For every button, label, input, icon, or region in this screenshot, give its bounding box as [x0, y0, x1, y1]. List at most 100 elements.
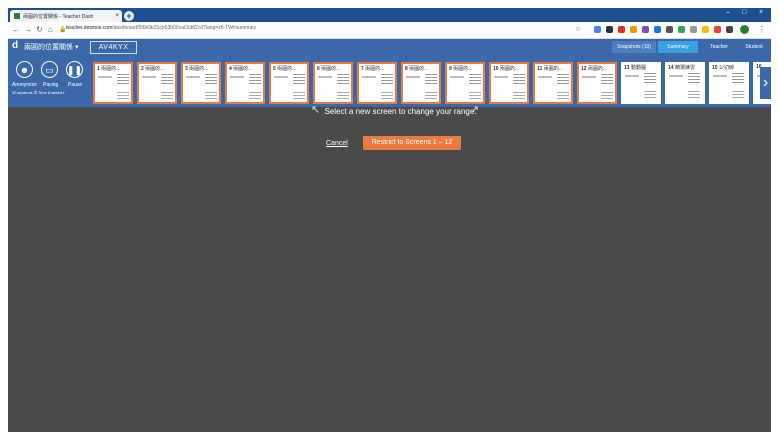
url-field[interactable]: teacher.desmos.com/dashboard/5f0e9b31cb5… — [66, 25, 386, 31]
screen-card[interactable]: 9 兩圓的... — [445, 62, 485, 104]
desmos-header: d 兩圓的位置關係 ▾ AV4KYX Snapshots (10) Summar… — [8, 39, 771, 55]
screen-thumbnail-graphic — [582, 76, 596, 78]
screen-card[interactable]: 5 兩圓的... — [269, 62, 309, 104]
screen-thumbnail-graphic — [381, 92, 393, 99]
desmos-logo[interactable]: d — [12, 40, 18, 51]
extension-icon[interactable] — [702, 26, 709, 33]
screen-thumbnail-graphic — [205, 74, 217, 85]
screen-thumbnail-graphic — [161, 74, 173, 85]
screen-thumbnail-graphic — [713, 75, 727, 77]
tab-bar: 兩圓的位置關係 - Teacher Dash × + – □ × — [8, 8, 771, 22]
extension-icon[interactable] — [606, 26, 613, 33]
class-code: AV4KYX — [90, 41, 137, 54]
student-tab[interactable]: Student — [739, 41, 769, 53]
screen-thumbnail-graphic — [230, 76, 244, 78]
screen-card[interactable]: 12 兩圓的... — [577, 62, 617, 104]
extension-icon[interactable] — [726, 26, 733, 33]
screen-card-label: 1 兩圓的... — [97, 66, 121, 72]
screen-thumbnail-graphic — [644, 73, 656, 84]
extension-icon[interactable] — [642, 26, 649, 33]
restrict-button[interactable]: Restrict to Screens 1 – 12 — [363, 136, 461, 150]
cancel-link[interactable]: Cancel — [326, 140, 348, 147]
screen-thumbnail-graphic — [318, 76, 332, 78]
screen-card-label: 4 兩圓的... — [229, 66, 253, 72]
screen-card[interactable]: 10 兩圓的... — [489, 62, 529, 104]
screen-thumbnail-graphic — [469, 92, 481, 99]
tab-close-icon[interactable]: × — [115, 13, 119, 19]
screen-card[interactable]: 1 兩圓的... — [93, 62, 133, 104]
pacing-label: Pacing — [43, 82, 59, 88]
screen-thumbnail-graphic — [362, 76, 376, 78]
screen-card[interactable]: 11 兩圓的... — [533, 62, 573, 104]
screen-thumbnail-graphic — [337, 92, 349, 99]
screen-thumbnail-graphic — [186, 76, 200, 78]
new-tab-button[interactable]: + — [124, 11, 134, 21]
menu-kebab-icon[interactable]: ⋮ — [758, 25, 766, 34]
pacing-icon[interactable]: ▭ — [41, 61, 58, 78]
forward-icon[interactable]: → — [24, 25, 32, 34]
screen-card[interactable]: 14 精選練習 — [665, 62, 705, 104]
reload-icon[interactable]: ↻ — [36, 25, 43, 34]
summary-tab[interactable]: Summary — [658, 41, 698, 53]
screen-thumbnail-graphic — [293, 92, 305, 99]
screen-card-label: 8 兩圓的... — [405, 66, 429, 72]
screen-card[interactable]: 7 兩圓的... — [357, 62, 397, 104]
screen-card[interactable]: 6 兩圓的... — [313, 62, 353, 104]
screen-thumbnail-graphic — [293, 74, 305, 85]
snapshots-button[interactable]: Snapshots (10) — [612, 41, 656, 53]
screen-card[interactable]: 3 兩圓的... — [181, 62, 221, 104]
screen-card-label: 6 兩圓的... — [317, 66, 341, 72]
screen-card[interactable]: 4 兩圓的... — [225, 62, 265, 104]
students-filter[interactable]: 30 students ⏱ Time Entered ▾ — [12, 90, 65, 95]
browser-window: 兩圓的位置關係 - Teacher Dash × + – □ × ← → ↻ ⌂… — [8, 8, 771, 432]
screen-thumbnail-graphic — [732, 91, 744, 98]
screen-thumbnail-graphic — [625, 75, 639, 77]
extension-icon[interactable] — [666, 26, 673, 33]
home-icon[interactable]: ⌂ — [48, 25, 53, 34]
screen-thumbnail-graphic — [557, 74, 569, 85]
screen-thumbnail-graphic — [469, 74, 481, 85]
extension-icon[interactable] — [618, 26, 625, 33]
pause-label: Pause — [68, 82, 83, 88]
screen-thumbnail-graphic — [425, 74, 437, 85]
activity-title[interactable]: 兩圓的位置關係 ▾ — [24, 42, 78, 52]
extension-icon[interactable] — [654, 26, 661, 33]
screen-thumbnail-graphic — [644, 91, 656, 98]
minimize-button[interactable]: – — [726, 9, 730, 16]
extension-icon[interactable] — [678, 26, 685, 33]
profile-avatar[interactable] — [740, 25, 749, 34]
screen-card-label: 15 公切線 — [712, 65, 734, 71]
screen-card-label: 10 兩圓的... — [493, 66, 520, 72]
anonymize-icon[interactable]: ☻ — [16, 61, 33, 78]
screen-card-label: 9 兩圓的... — [449, 66, 473, 72]
extension-icon[interactable] — [714, 26, 721, 33]
maximize-button[interactable]: □ — [742, 9, 746, 16]
extension-icon[interactable] — [594, 26, 601, 33]
screen-card[interactable]: 2 兩圓的... — [137, 62, 177, 104]
screen-thumbnail-graphic — [98, 76, 112, 78]
arrow-right-icon: ↗ — [470, 104, 480, 116]
screen-thumbnail-graphic — [406, 76, 420, 78]
screen-card[interactable]: 13 動動腦 — [621, 62, 661, 104]
range-instruction: Select a new screen to change your range… — [324, 107, 477, 116]
screen-card-label: 12 兩圓的... — [581, 66, 608, 72]
screen-thumbnail-graphic — [274, 76, 288, 78]
screen-thumbnail-graphic — [688, 73, 700, 84]
close-window-button[interactable]: × — [759, 9, 763, 16]
screen-thumbnail-graphic — [538, 76, 552, 78]
screen-card-label: 13 動動腦 — [624, 65, 646, 71]
back-icon[interactable]: ← — [12, 25, 20, 34]
screen-card[interactable]: 15 公切線 — [709, 62, 749, 104]
screen-thumbnail-graphic — [513, 92, 525, 99]
extension-icon[interactable] — [630, 26, 637, 33]
browser-tab[interactable]: 兩圓的位置關係 - Teacher Dash × — [10, 10, 122, 22]
extension-icon[interactable] — [690, 26, 697, 33]
next-screens-arrow[interactable]: › — [760, 67, 771, 99]
star-icon[interactable]: ☆ — [575, 25, 581, 33]
tab-title: 兩圓的位置關係 - Teacher Dash — [23, 13, 94, 20]
screen-thumbnail-graphic — [601, 74, 613, 85]
screen-thumbnail-graphic — [669, 75, 683, 77]
screen-card[interactable]: 8 兩圓的... — [401, 62, 441, 104]
pause-icon[interactable]: ❚❚ — [66, 61, 83, 78]
teacher-tab[interactable]: Teacher — [700, 41, 738, 53]
